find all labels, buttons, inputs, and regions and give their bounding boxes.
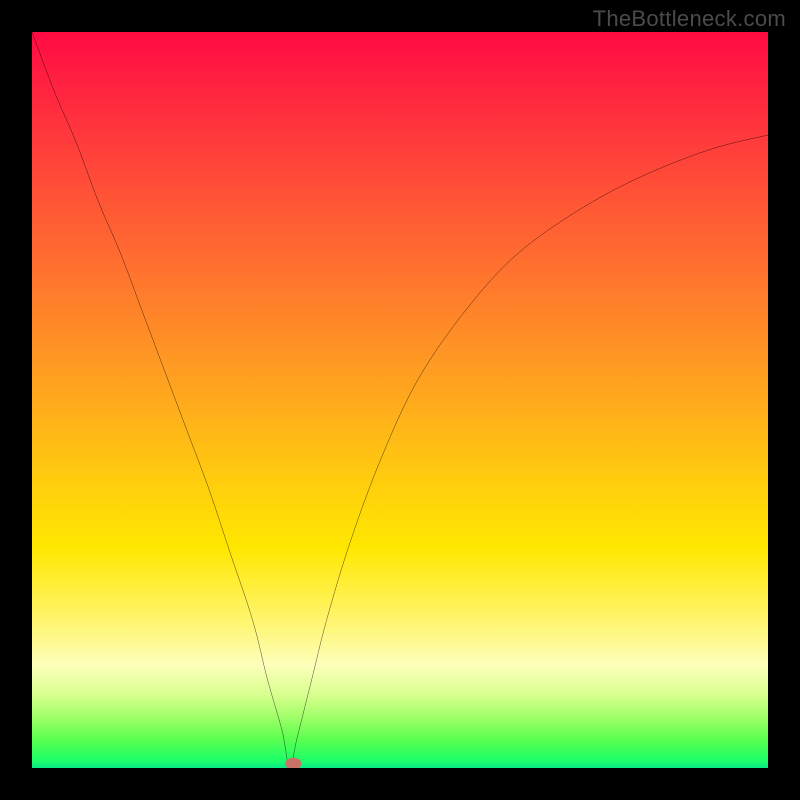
chart-frame: TheBottleneck.com [0, 0, 800, 800]
current-point-marker [285, 758, 301, 768]
watermark-text: TheBottleneck.com [593, 6, 786, 32]
bottleneck-curve [32, 32, 768, 768]
curve-layer [32, 32, 768, 768]
plot-area [32, 32, 768, 768]
